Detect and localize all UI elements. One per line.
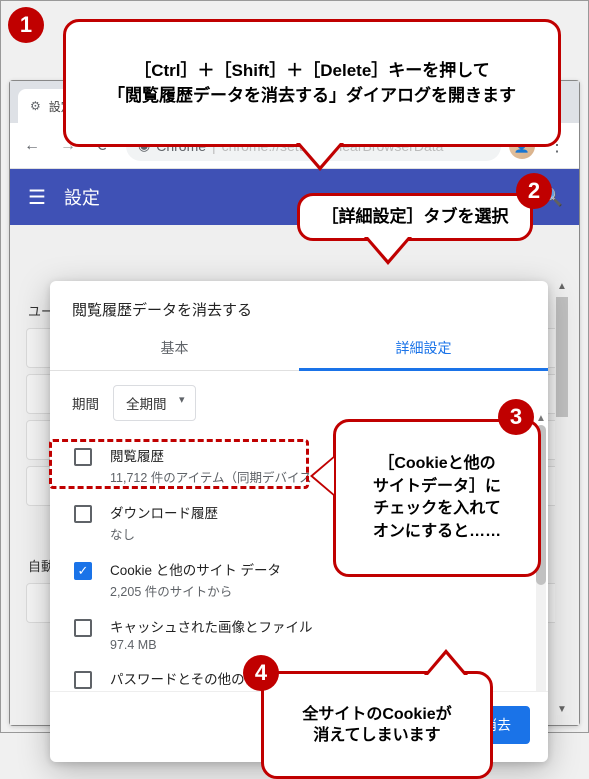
time-range-select[interactable]: 全期間	[113, 385, 196, 421]
checkbox[interactable]	[74, 619, 92, 637]
menu-icon[interactable]: ☰	[28, 185, 46, 210]
callout-1: ［Ctrl］＋［Shift］＋［Delete］キーを押して 「閲覧履歴データを消…	[63, 19, 561, 147]
time-range-label: 期間	[72, 393, 99, 413]
badge-2: 2	[516, 173, 552, 209]
tab-basic[interactable]: 基本	[50, 326, 299, 370]
scroll-down-icon: ▼	[557, 704, 567, 715]
appbar-title: 設定	[64, 184, 100, 210]
page-scrollbar[interactable]: ▲ ▼	[555, 281, 569, 715]
checkbox[interactable]	[74, 448, 92, 466]
checkbox-checked[interactable]: ✓	[74, 562, 92, 580]
checkbox[interactable]	[74, 505, 92, 523]
callout-4: 全サイトのCookieが 消えてしまいます	[261, 671, 493, 779]
tab-advanced[interactable]: 詳細設定	[299, 326, 548, 370]
dialog-title: 閲覧履歴データを消去する	[50, 281, 548, 326]
callout-2: ［詳細設定］タブを選択	[297, 193, 533, 241]
back-button[interactable]: ←	[18, 132, 46, 160]
badge-4: 4	[243, 655, 279, 691]
checkbox[interactable]	[74, 671, 92, 689]
gear-icon: ⚙	[30, 99, 41, 113]
callout-3: ［Cookieと他の サイトデータ］に チェックを入れて オンにすると……	[333, 419, 541, 577]
scroll-up-icon: ▲	[555, 281, 569, 292]
browser-window: ⚙ 設定 × ＋ — ▢ ✕ ← → ⟳ ◉ Chrome | chrome:/…	[9, 80, 580, 726]
badge-3: 3	[498, 399, 534, 435]
badge-1: 1	[8, 7, 44, 43]
scroll-up-icon: ▲	[536, 413, 546, 424]
dialog-tabs: 基本 詳細設定	[50, 326, 548, 371]
page-scrollbar-thumb[interactable]	[556, 297, 568, 417]
